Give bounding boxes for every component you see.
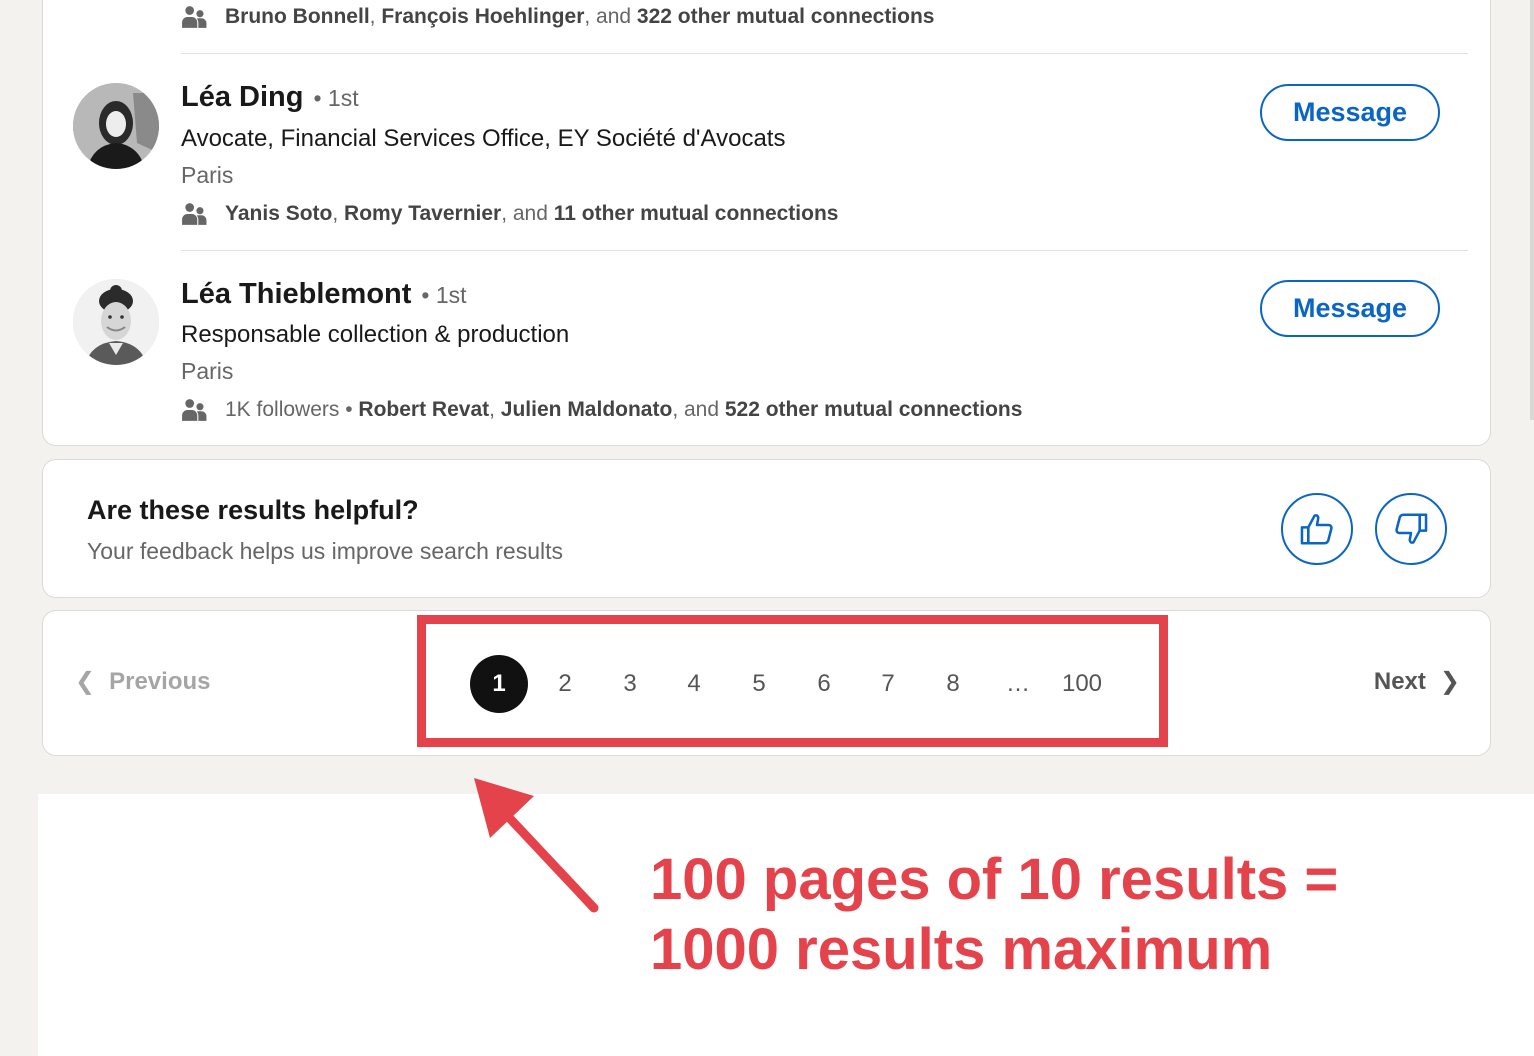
avatar[interactable] bbox=[73, 83, 159, 169]
connection-degree: • 1st bbox=[421, 282, 467, 308]
connection-degree: • 1st bbox=[313, 85, 359, 111]
divider bbox=[181, 53, 1468, 54]
annotation-line-1: 100 pages of 10 results = bbox=[650, 847, 1339, 912]
separator: • bbox=[339, 398, 359, 421]
mutual-count[interactable]: 322 other mutual connections bbox=[637, 5, 935, 28]
people-icon bbox=[182, 203, 207, 225]
separator: , and bbox=[501, 202, 554, 225]
message-button[interactable]: Message bbox=[1260, 280, 1440, 337]
previous-button[interactable]: ❮ Previous bbox=[75, 667, 211, 696]
thumbs-down-icon bbox=[1395, 513, 1428, 544]
next-label: Next bbox=[1373, 667, 1426, 695]
person-location: Paris bbox=[181, 162, 234, 188]
person-name[interactable]: Léa Ding bbox=[181, 81, 303, 114]
separator: , and bbox=[584, 5, 637, 28]
separator: , bbox=[489, 398, 501, 421]
feedback-title: Are these results helpful? bbox=[87, 495, 419, 525]
annotation-line-2: 1000 results maximum bbox=[650, 917, 1273, 982]
mutual-connections[interactable]: 1K followers • Robert Revat, Julien Mald… bbox=[181, 397, 1022, 423]
next-button[interactable]: Next ❯ bbox=[1374, 667, 1460, 696]
person-headline: Avocate, Financial Services Office, EY S… bbox=[181, 125, 786, 152]
feedback-subtitle: Your feedback helps us improve search re… bbox=[87, 538, 564, 564]
feedback-card: Are these results helpful? Your feedback… bbox=[42, 459, 1491, 598]
mutual-name[interactable]: Bruno Bonnell bbox=[225, 5, 370, 28]
message-button[interactable]: Message bbox=[1260, 84, 1440, 141]
thumbs-up-button[interactable] bbox=[1281, 493, 1353, 565]
mutual-name[interactable]: Yanis Soto bbox=[225, 202, 332, 225]
mutual-name[interactable]: François Hoehlinger bbox=[381, 5, 584, 28]
mutual-name[interactable]: Robert Revat bbox=[358, 398, 489, 421]
chevron-right-icon: ❯ bbox=[1439, 668, 1460, 695]
people-icon bbox=[182, 399, 207, 421]
mutual-connections[interactable]: Yanis Soto, Romy Tavernier, and 11 other… bbox=[181, 201, 838, 227]
annotation-text: 100 pages of 10 results = 1000 results m… bbox=[650, 845, 1338, 985]
thumbs-up-icon bbox=[1300, 514, 1333, 545]
follower-count: 1K followers bbox=[225, 398, 340, 421]
separator: , bbox=[332, 202, 345, 225]
thumbs-down-button[interactable] bbox=[1375, 493, 1447, 565]
person-name[interactable]: Léa Thieblemont bbox=[181, 278, 411, 311]
separator: , bbox=[369, 5, 382, 28]
mutual-name[interactable]: Julien Maldonato bbox=[501, 398, 673, 421]
divider bbox=[181, 250, 1468, 251]
mutual-count[interactable]: 11 other mutual connections bbox=[554, 202, 839, 225]
people-icon bbox=[182, 6, 207, 28]
search-results-card: Bruno Bonnell, François Hoehlinger, and … bbox=[42, 0, 1491, 446]
chevron-left-icon: ❮ bbox=[75, 668, 96, 695]
annotation-highlight-box bbox=[417, 615, 1168, 747]
avatar[interactable] bbox=[73, 279, 159, 365]
mutual-name[interactable]: Romy Tavernier bbox=[344, 202, 501, 225]
separator: , and bbox=[672, 398, 725, 421]
person-headline: Responsable collection & production bbox=[181, 321, 570, 348]
mutual-count[interactable]: 522 other mutual connections bbox=[725, 398, 1023, 421]
mutual-connections[interactable]: Bruno Bonnell, François Hoehlinger, and … bbox=[181, 4, 934, 30]
person-name-row: Léa Ding • 1st bbox=[181, 81, 359, 114]
person-location: Paris bbox=[181, 358, 234, 384]
previous-label: Previous bbox=[109, 667, 211, 695]
scrollbar-track[interactable] bbox=[1530, 0, 1534, 420]
person-name-row: Léa Thieblemont • 1st bbox=[181, 278, 467, 311]
